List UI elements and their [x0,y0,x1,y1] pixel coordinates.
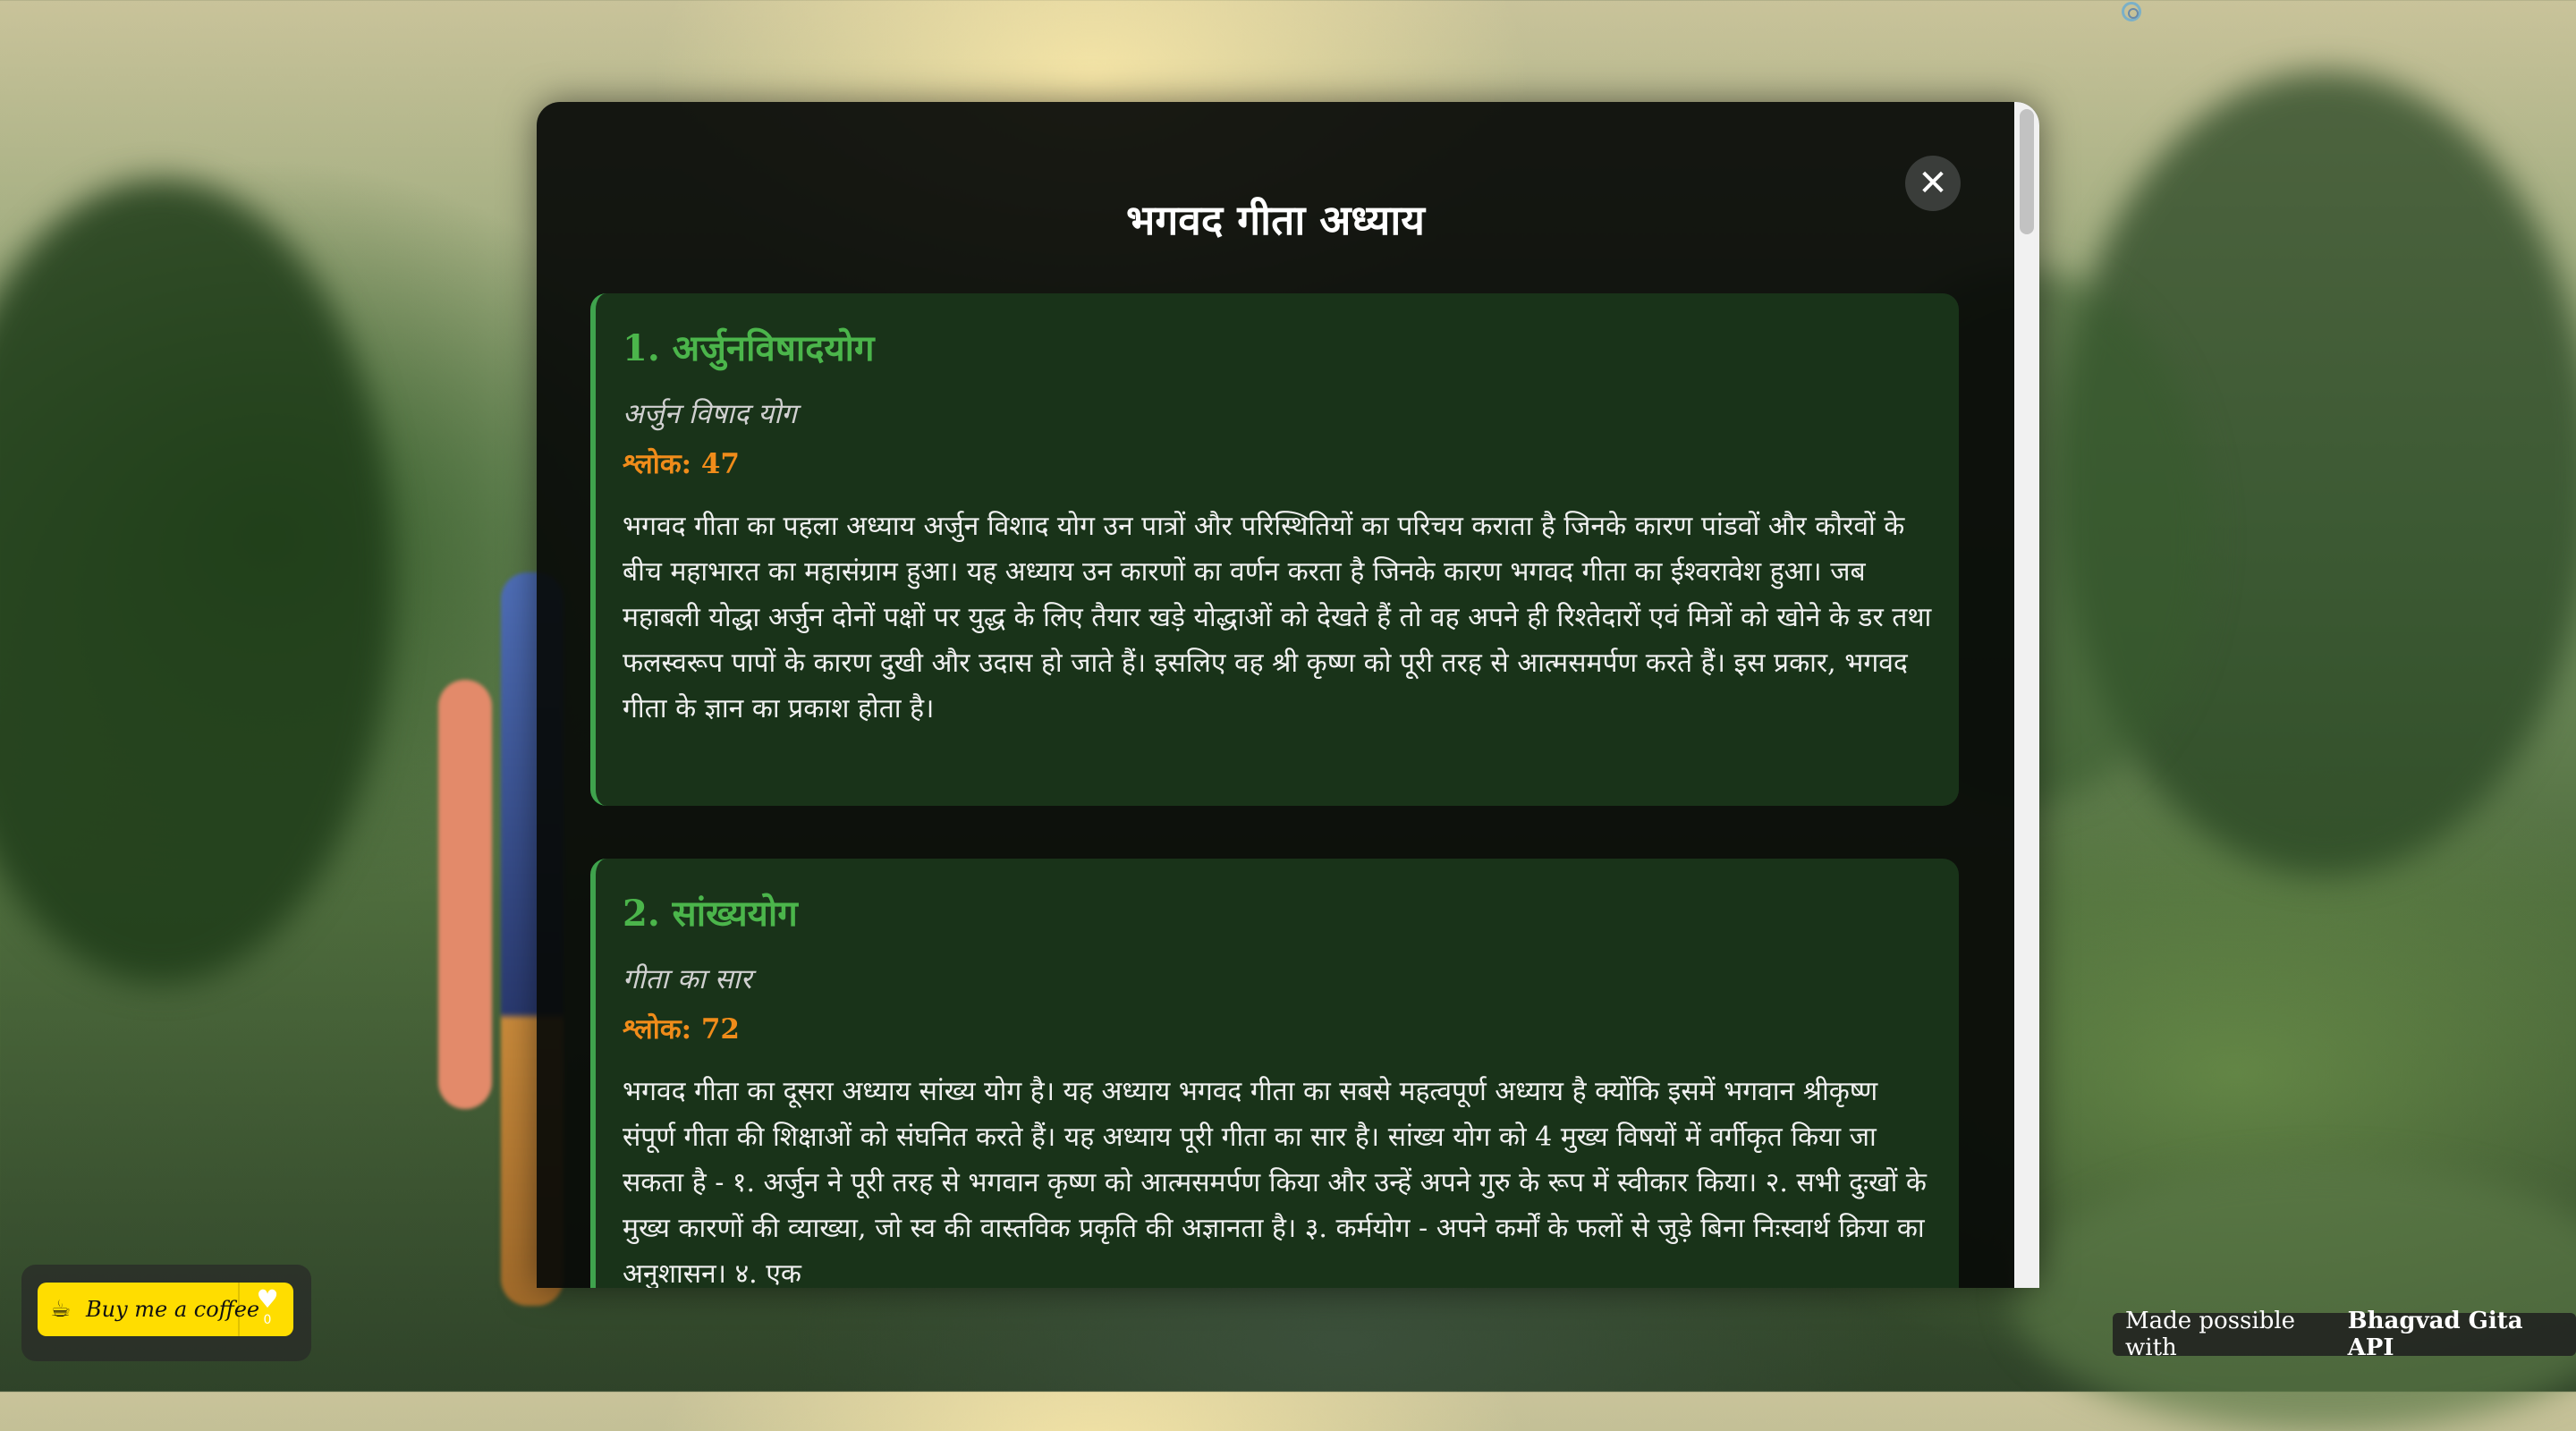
background-foliage [0,179,394,984]
chapter-subtitle: गीता का सार [623,963,752,995]
modal-content[interactable]: ✕ भगवद गीता अध्याय 1. अर्जुनविषादयोग अर्… [537,102,2014,1288]
background-figure-sash [438,680,492,1109]
modal-title: भगवद गीता अध्याय [1126,196,1425,244]
background-foliage [2012,1163,2576,1431]
scrollbar-thumb[interactable] [2020,109,2034,234]
chapter-description: भगवद गीता का दूसरा अध्याय सांख्य योग है।… [623,1076,1927,1288]
buy-me-a-coffee-button[interactable]: ☕ Buy me a coffee ♥ 0 [38,1283,293,1336]
buy-me-a-coffee-widget: ☕ Buy me a coffee ♥ 0 [21,1265,311,1361]
api-credit: Made possible with Bhagvad Gita API [2113,1308,2576,1361]
chapter-description: भगवद गीता का पहला अध्याय अर्जुन विशाद यो… [623,511,1932,724]
like-count: 0 [263,1313,272,1327]
chapter-verse-count: श्लोक: 47 [623,448,741,480]
coffee-cup-icon: ☕ [50,1296,72,1323]
chapters-modal: ✕ भगवद गीता अध्याय 1. अर्जुनविषादयोग अर्… [537,102,2039,1288]
chapter-card[interactable]: 1. अर्जुनविषादयोग अर्जुन विषाद योग श्लोक… [590,293,1959,806]
chapter-subtitle: अर्जुन विषाद योग [623,398,797,430]
target-icon [2122,2,2141,21]
modal-scrollbar[interactable] [2014,102,2039,1288]
buy-me-a-coffee-label: Buy me a coffee [86,1297,260,1322]
chapter-heading: 2. सांख्ययोग [623,893,798,935]
api-link[interactable]: Bhagvad Gita API [2348,1308,2563,1361]
chapter-heading: 1. अर्जुनविषादयोग [623,327,875,369]
chapter-card[interactable]: 2. सांख्ययोग गीता का सार श्लोक: 72 भगवद … [590,859,1959,1288]
heart-icon[interactable]: ♥ [245,1284,290,1314]
chapter-verse-count: श्लोक: 72 [623,1013,741,1046]
divider [238,1283,240,1336]
credit-prefix: Made possible with [2125,1308,2296,1361]
